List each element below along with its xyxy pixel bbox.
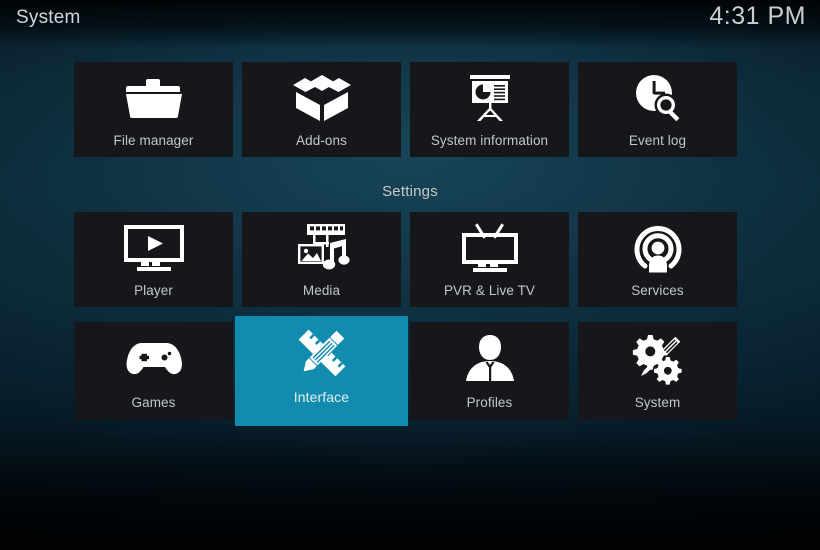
- tile-interface[interactable]: Interface: [235, 316, 408, 426]
- gears-screwdriver-icon: [578, 322, 737, 396]
- tile-label: File manager: [113, 133, 194, 148]
- tile-grid: File manager Add-ons System information …: [0, 0, 820, 550]
- tile-system-information[interactable]: System information: [410, 62, 569, 157]
- film-photo-music-icon: [242, 212, 401, 284]
- tv-antenna-icon: [410, 212, 569, 284]
- tile-label: Media: [302, 283, 341, 298]
- tile-player[interactable]: Player: [74, 212, 233, 307]
- header-bar: System 4:31 PM: [0, 0, 820, 46]
- tile-file-manager[interactable]: File manager: [74, 62, 233, 157]
- person-bust-icon: [410, 322, 569, 396]
- tile-label: Add-ons: [296, 133, 347, 148]
- tile-label: Services: [631, 283, 684, 298]
- settings-section-heading: Settings: [382, 183, 438, 200]
- presentation-chart-icon: [410, 62, 569, 134]
- tile-games[interactable]: Games: [74, 322, 233, 420]
- tile-row-middle: Player Media PVR & Live TV Services: [74, 212, 746, 307]
- page-title: System: [16, 7, 81, 28]
- tile-label: Interface: [293, 389, 350, 405]
- tile-label: System information: [430, 133, 549, 148]
- folder-icon: [74, 62, 233, 134]
- tile-services[interactable]: Services: [578, 212, 737, 307]
- tile-label: Profiles: [466, 395, 513, 410]
- clock: 4:31 PM: [709, 2, 806, 30]
- tile-label: System: [634, 395, 681, 410]
- pencil-ruler-icon: [235, 316, 408, 390]
- broadcast-person-icon: [578, 212, 737, 284]
- open-box-icon: [242, 62, 401, 134]
- tile-system[interactable]: System: [578, 322, 737, 420]
- tile-label: Player: [134, 283, 173, 298]
- tile-label: Games: [131, 395, 176, 410]
- kodi-system-screen: System 4:31 PM File manager Add-ons Syst…: [0, 0, 820, 550]
- tile-profiles[interactable]: Profiles: [410, 322, 569, 420]
- tile-label: Event log: [628, 133, 687, 148]
- monitor-play-icon: [74, 212, 233, 284]
- tile-pvr-live-tv[interactable]: PVR & Live TV: [410, 212, 569, 307]
- tile-row-top: File manager Add-ons System information …: [74, 62, 746, 157]
- tile-add-ons[interactable]: Add-ons: [242, 62, 401, 157]
- tile-media[interactable]: Media: [242, 212, 401, 307]
- tile-row-bottom: Games Interface Profiles System: [74, 316, 746, 426]
- tile-event-log[interactable]: Event log: [578, 62, 737, 157]
- tile-label: PVR & Live TV: [443, 283, 536, 298]
- clock-magnifier-icon: [578, 62, 737, 134]
- gamepad-icon: [74, 322, 233, 396]
